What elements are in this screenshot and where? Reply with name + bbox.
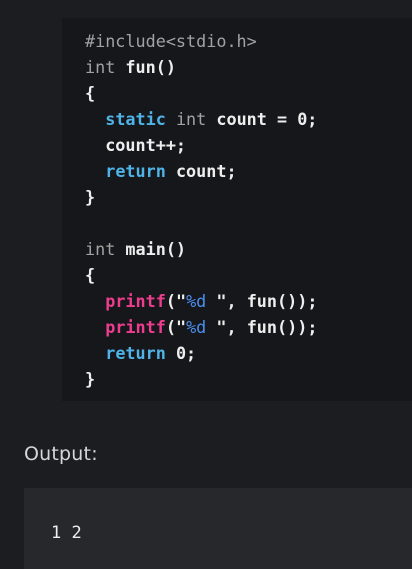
keyword-token: return <box>105 343 166 363</box>
code-text: fun() <box>115 57 176 77</box>
code-text: (" <box>165 291 187 311</box>
code-line: } <box>85 184 317 210</box>
code-line: { <box>85 80 317 106</box>
output-panel: 1 2 <box>24 488 412 569</box>
code-text: count = 0; <box>206 109 318 129</box>
code-text: } <box>85 369 96 389</box>
code-line: return 0; <box>85 340 317 366</box>
code-line: static int count = 0; <box>85 106 317 132</box>
code-line: #include<stdio.h> <box>85 28 317 54</box>
format-specifier: %d <box>186 317 207 337</box>
preprocessor-token: #include<stdio.h> <box>85 31 257 51</box>
function-name: printf <box>105 317 166 337</box>
format-specifier: %d <box>186 291 207 311</box>
type-keyword: int <box>85 239 116 259</box>
code-line: { <box>85 262 317 288</box>
output-text: 1 2 <box>51 523 82 543</box>
code-line: } <box>85 366 317 392</box>
keyword-token: static <box>105 109 166 129</box>
code-line: count++; <box>85 132 317 158</box>
type-keyword: int <box>85 57 116 77</box>
code-block: #include<stdio.h> int fun() { static int c… <box>85 28 317 392</box>
function-name: printf <box>105 291 166 311</box>
code-text: (" <box>165 317 187 337</box>
keyword-token: return <box>105 161 166 181</box>
type-keyword: int <box>175 109 207 129</box>
output-label: Output: <box>24 443 98 465</box>
code-text: ", fun()); <box>206 317 318 337</box>
code-text: } <box>85 187 96 207</box>
code-text: count; <box>165 161 237 181</box>
code-line: int main() <box>85 236 317 262</box>
code-text: main() <box>115 239 187 259</box>
code-line: printf("%d ", fun()); <box>85 288 317 314</box>
code-text: ", fun()); <box>206 291 318 311</box>
code-text: 0; <box>165 343 197 363</box>
code-line: return count; <box>85 158 317 184</box>
code-line: printf("%d ", fun()); <box>85 314 317 340</box>
code-line: int fun() <box>85 54 317 80</box>
code-text: count++; <box>85 135 187 155</box>
code-text: { <box>85 265 96 285</box>
code-text: { <box>85 83 96 103</box>
